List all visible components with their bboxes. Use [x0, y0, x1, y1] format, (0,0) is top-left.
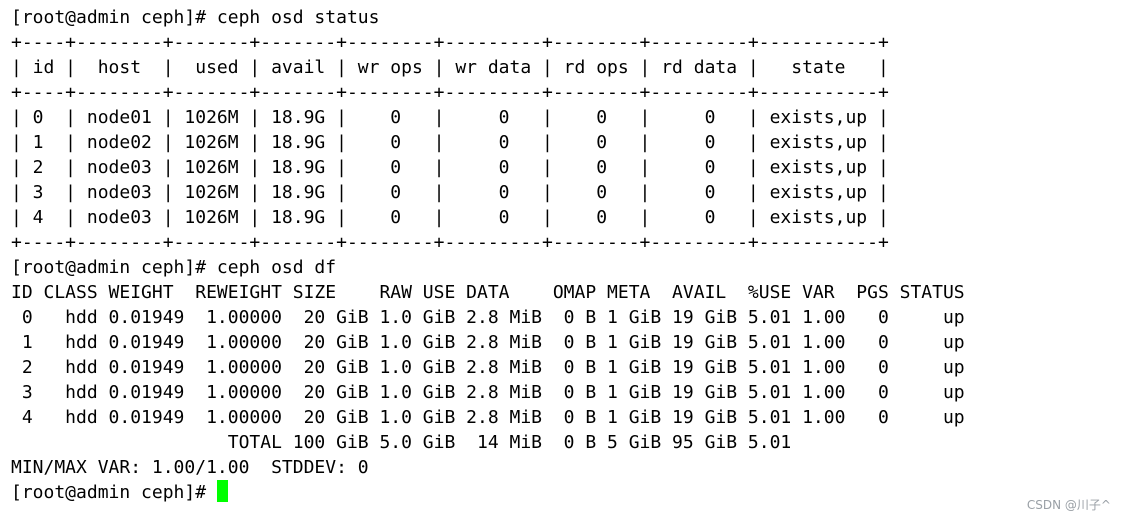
terminal-line: 1 hdd 0.01949 1.00000 20 GiB 1.0 GiB 2.8… [11, 332, 965, 353]
terminal-line: 0 hdd 0.01949 1.00000 20 GiB 1.0 GiB 2.8… [11, 307, 965, 328]
terminal-line: | 2 | node03 | 1026M | 18.9G | 0 | 0 | 0… [11, 157, 889, 178]
terminal-line: +----+--------+-------+-------+--------+… [11, 32, 889, 53]
terminal-line: | 1 | node02 | 1026M | 18.9G | 0 | 0 | 0… [11, 132, 889, 153]
terminal-line: 3 hdd 0.01949 1.00000 20 GiB 1.0 GiB 2.8… [11, 382, 965, 403]
terminal-output[interactable]: [root@admin ceph]# ceph osd status +----… [0, 0, 1125, 521]
terminal-line: | 3 | node03 | 1026M | 18.9G | 0 | 0 | 0… [11, 182, 889, 203]
terminal-line: | 0 | node01 | 1026M | 18.9G | 0 | 0 | 0… [11, 107, 889, 128]
terminal-line: [root@admin ceph]# ceph osd df [11, 257, 337, 278]
terminal-line: 2 hdd 0.01949 1.00000 20 GiB 1.0 GiB 2.8… [11, 357, 965, 378]
terminal-line: | id | host | used | avail | wr ops | wr… [11, 57, 889, 78]
terminal-line: MIN/MAX VAR: 1.00/1.00 STDDEV: 0 [11, 457, 369, 478]
terminal-line: TOTAL 100 GiB 5.0 GiB 14 MiB 0 B 5 GiB 9… [11, 432, 792, 453]
terminal-line: [root@admin ceph]# ceph osd status [11, 7, 380, 28]
prompt-text: [root@admin ceph]# [11, 482, 207, 503]
prompt-line[interactable]: [root@admin ceph]# [11, 480, 1125, 505]
terminal-line: +----+--------+-------+-------+--------+… [11, 232, 889, 253]
terminal-line: 4 hdd 0.01949 1.00000 20 GiB 1.0 GiB 2.8… [11, 407, 965, 428]
terminal-line: +----+--------+-------+-------+--------+… [11, 82, 889, 103]
terminal-line: | 4 | node03 | 1026M | 18.9G | 0 | 0 | 0… [11, 207, 889, 228]
terminal-line: ID CLASS WEIGHT REWEIGHT SIZE RAW USE DA… [11, 282, 965, 303]
watermark: CSDN @川子^ [1026, 498, 1111, 512]
cursor-block [217, 480, 229, 502]
